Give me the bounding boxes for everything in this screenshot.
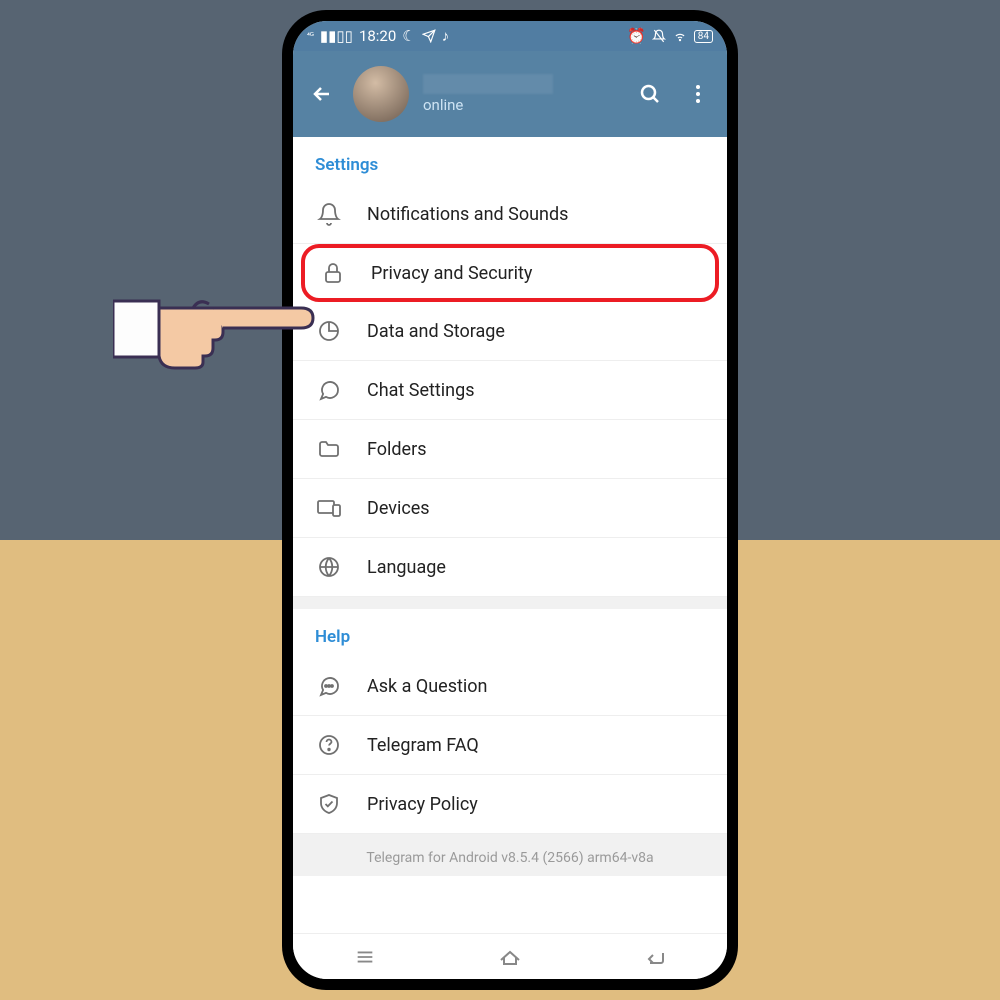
search-button[interactable] (633, 82, 667, 106)
item-label: Chat Settings (367, 380, 475, 401)
item-label: Telegram FAQ (367, 735, 479, 756)
shield-check-icon (315, 792, 343, 816)
folder-icon (315, 437, 343, 461)
signal-icon: ⁴ᴳ (307, 32, 314, 40)
item-label: Privacy Policy (367, 794, 478, 815)
send-icon (422, 29, 436, 43)
online-status: online (423, 96, 619, 114)
profile-title[interactable]: online (423, 74, 619, 114)
item-label: Language (367, 557, 446, 578)
chat-icon (315, 378, 343, 402)
item-data-storage[interactable]: Data and Storage (293, 302, 727, 361)
question-icon (315, 733, 343, 757)
app-version-text: Telegram for Android v8.5.4 (2566) arm64… (293, 834, 727, 876)
phone-screen: ⁴ᴳ ▮▮▯▯ 18:20 ☾ ♪ ⏰ 84 (293, 21, 727, 979)
profile-header: online (293, 51, 727, 137)
battery-icon: 84 (694, 30, 713, 43)
item-label: Privacy and Security (371, 263, 532, 284)
item-privacy-security[interactable]: Privacy and Security (301, 244, 719, 302)
music-icon: ♪ (442, 27, 450, 45)
nav-recent-button[interactable] (349, 946, 381, 968)
status-time: 18:20 (359, 27, 396, 45)
system-navbar (293, 933, 727, 979)
bell-icon (315, 202, 343, 226)
item-label: Ask a Question (367, 676, 488, 697)
item-label: Devices (367, 498, 430, 519)
item-devices[interactable]: Devices (293, 479, 727, 538)
back-button[interactable] (305, 82, 339, 106)
item-notifications[interactable]: Notifications and Sounds (293, 185, 727, 244)
item-language[interactable]: Language (293, 538, 727, 597)
item-ask-question[interactable]: Ask a Question (293, 657, 727, 716)
item-chat-settings[interactable]: Chat Settings (293, 361, 727, 420)
status-bar: ⁴ᴳ ▮▮▯▯ 18:20 ☾ ♪ ⏰ 84 (293, 21, 727, 51)
globe-icon (315, 555, 343, 579)
profile-name-blurred (423, 74, 553, 94)
settings-list[interactable]: Settings Notifications and Sounds Privac… (293, 137, 727, 933)
devices-icon (315, 496, 343, 520)
phone-frame: ⁴ᴳ ▮▮▯▯ 18:20 ☾ ♪ ⏰ 84 (282, 10, 738, 990)
item-privacy-policy[interactable]: Privacy Policy (293, 775, 727, 834)
nav-back-button[interactable] (639, 946, 671, 968)
help-section-title: Help (293, 609, 727, 657)
wifi-icon (672, 29, 688, 43)
item-folders[interactable]: Folders (293, 420, 727, 479)
pointing-hand-illustration (113, 256, 323, 376)
item-faq[interactable]: Telegram FAQ (293, 716, 727, 775)
more-button[interactable] (681, 82, 715, 106)
mute-icon (652, 29, 666, 43)
settings-section-title: Settings (293, 137, 727, 185)
item-label: Data and Storage (367, 321, 505, 342)
item-label: Notifications and Sounds (367, 204, 568, 225)
moon-icon: ☾ (402, 27, 415, 45)
signal-bars-icon: ▮▮▯▯ (320, 27, 353, 45)
alarm-icon: ⏰ (627, 27, 646, 45)
lock-icon (319, 261, 347, 285)
section-divider (293, 597, 727, 609)
avatar[interactable] (353, 66, 409, 122)
nav-home-button[interactable] (494, 946, 526, 968)
item-label: Folders (367, 439, 427, 460)
chat-dots-icon (315, 674, 343, 698)
